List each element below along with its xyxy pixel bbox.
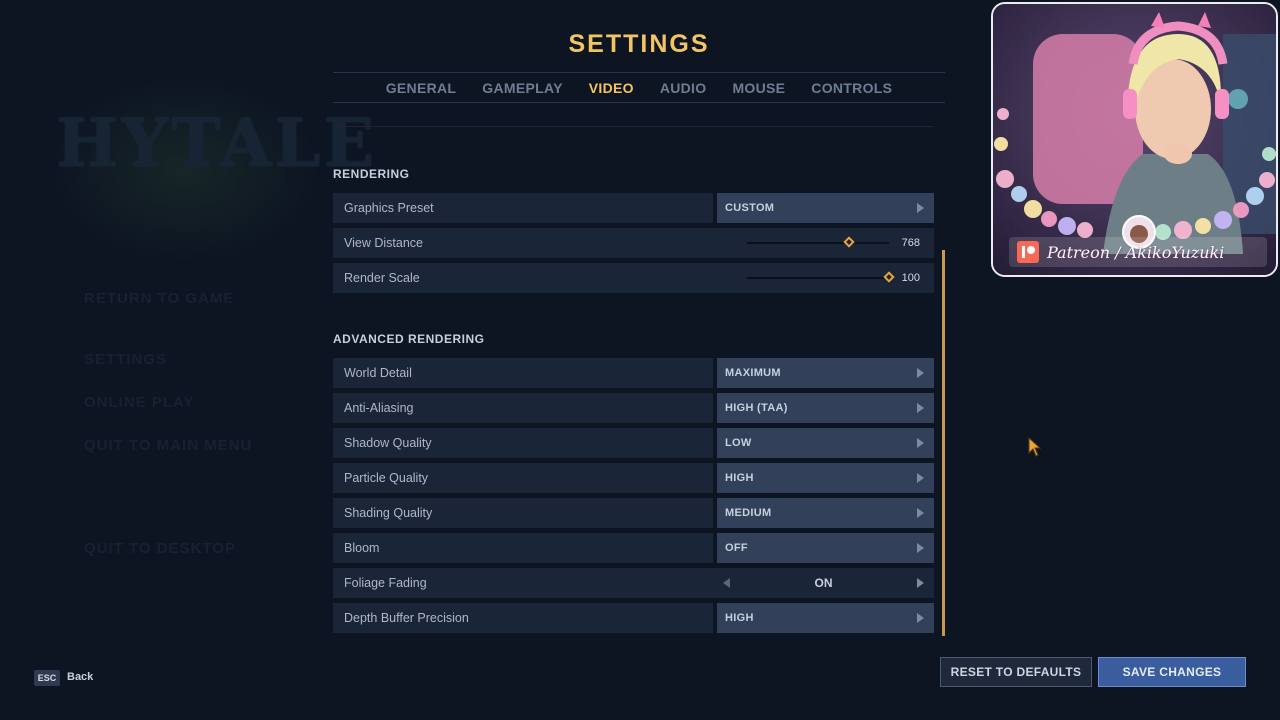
- patreon-icon: [1017, 241, 1039, 263]
- bloom-value: OFF: [725, 542, 748, 554]
- chevron-right-icon: [917, 438, 924, 448]
- view-distance-slider[interactable]: [747, 236, 889, 248]
- render-scale-slider[interactable]: [747, 271, 895, 283]
- tab-video[interactable]: VIDEO: [589, 80, 634, 96]
- patreon-banner: Patreon / AkikoYuzuki: [1009, 237, 1267, 267]
- divider: [333, 126, 933, 127]
- online-play-item: ONLINE PLAY: [84, 394, 195, 411]
- chevron-right-icon: [917, 543, 924, 553]
- mouse-cursor-icon: [1028, 437, 1042, 457]
- tab-mouse[interactable]: MOUSE: [732, 80, 785, 96]
- quit-to-main-menu-item: QUIT TO MAIN MENU: [84, 437, 253, 454]
- render-scale-value: 100: [901, 272, 920, 284]
- webcam-overlay: Patreon / AkikoYuzuki: [991, 2, 1278, 277]
- shadow-quality-select[interactable]: LOW: [713, 428, 934, 458]
- back-button[interactable]: Back: [67, 671, 93, 683]
- chevron-right-icon: [917, 508, 924, 518]
- tab-gameplay[interactable]: GAMEPLAY: [482, 80, 562, 96]
- depth-buffer-select[interactable]: HIGH: [713, 603, 934, 633]
- bloom-row: Bloom OFF: [333, 533, 934, 563]
- shadow-quality-value: LOW: [725, 437, 752, 449]
- tab-controls[interactable]: CONTROLS: [811, 80, 892, 96]
- world-detail-value: MAXIMUM: [725, 367, 781, 379]
- world-detail-select[interactable]: MAXIMUM: [713, 358, 934, 388]
- tab-general[interactable]: GENERAL: [386, 80, 457, 96]
- settings-scrollbar[interactable]: [942, 250, 945, 636]
- shading-quality-select[interactable]: MEDIUM: [713, 498, 934, 528]
- patreon-banner-text: Patreon / AkikoYuzuki: [1047, 242, 1225, 262]
- render-scale-row: Render Scale 100: [333, 263, 934, 293]
- rendering-section-title: RENDERING: [333, 167, 410, 181]
- world-detail-row: World Detail MAXIMUM: [333, 358, 934, 388]
- bloom-select[interactable]: OFF: [713, 533, 934, 563]
- view-distance-value: 768: [901, 237, 920, 249]
- depth-buffer-row: Depth Buffer Precision HIGH: [333, 603, 934, 633]
- graphics-preset-row: Graphics Preset CUSTOM: [333, 193, 934, 223]
- chevron-right-icon: [917, 368, 924, 378]
- webcam-video: [993, 4, 1276, 275]
- quit-to-desktop-item: QUIT TO DESKTOP: [84, 540, 236, 557]
- foliage-fading-row: Foliage Fading ON: [333, 568, 934, 598]
- foliage-fading-toggle: ON: [713, 568, 934, 598]
- tab-audio[interactable]: AUDIO: [660, 80, 707, 96]
- return-to-game-item: RETURN TO GAME: [84, 290, 235, 307]
- particle-quality-row: Particle Quality HIGH: [333, 463, 934, 493]
- anti-aliasing-value: HIGH (TAA): [725, 402, 788, 414]
- particle-quality-select[interactable]: HIGH: [713, 463, 934, 493]
- esc-key-icon: ESC: [34, 670, 60, 686]
- settings-tabs: GENERAL GAMEPLAY VIDEO AUDIO MOUSE CONTR…: [333, 72, 945, 103]
- depth-buffer-value: HIGH: [725, 612, 754, 624]
- particle-quality-value: HIGH: [725, 472, 754, 484]
- chevron-right-icon: [917, 613, 924, 623]
- save-changes-button[interactable]: SAVE CHANGES: [1098, 657, 1246, 687]
- shading-quality-value: MEDIUM: [725, 507, 772, 519]
- chevron-right-icon[interactable]: [917, 578, 924, 588]
- page-title: SETTINGS: [568, 30, 710, 58]
- hytale-logo: HYTALE: [56, 104, 377, 182]
- chevron-right-icon: [917, 203, 924, 213]
- reset-to-defaults-button[interactable]: RESET TO DEFAULTS: [940, 657, 1092, 687]
- anti-aliasing-select[interactable]: HIGH (TAA): [713, 393, 934, 423]
- anti-aliasing-row: Anti-Aliasing HIGH (TAA): [333, 393, 934, 423]
- shading-quality-row: Shading Quality MEDIUM: [333, 498, 934, 528]
- settings-item: SETTINGS: [84, 351, 168, 368]
- view-distance-row: View Distance 768: [333, 228, 934, 258]
- chevron-right-icon: [917, 403, 924, 413]
- advanced-rendering-section-title: ADVANCED RENDERING: [333, 332, 485, 346]
- foliage-fading-value: ON: [814, 576, 833, 590]
- chevron-right-icon: [917, 473, 924, 483]
- slider-fill: [747, 242, 849, 244]
- shadow-quality-row: Shadow Quality LOW: [333, 428, 934, 458]
- graphics-preset-select[interactable]: CUSTOM: [713, 193, 934, 223]
- graphics-preset-value: CUSTOM: [725, 202, 775, 214]
- chevron-left-icon[interactable]: [723, 578, 730, 588]
- slider-fill: [747, 277, 889, 279]
